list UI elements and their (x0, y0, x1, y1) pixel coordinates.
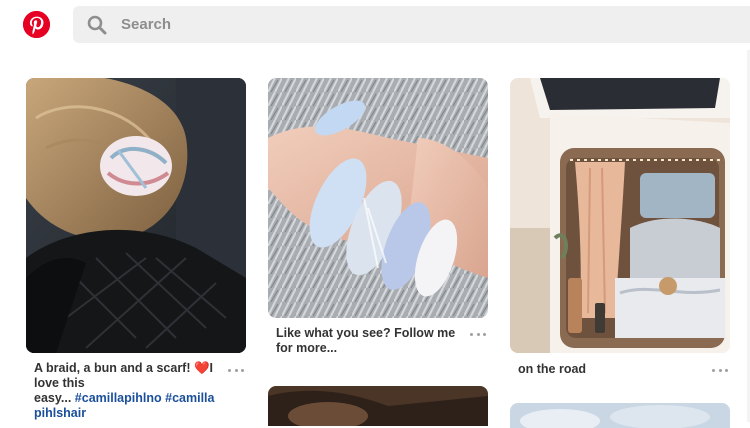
hashtag-link[interactable]: #camillapihlno (75, 391, 162, 405)
pinterest-logo-icon[interactable] (23, 11, 50, 38)
pin-description: on the road (518, 362, 708, 377)
hashtag-link[interactable]: pihlshair (34, 406, 86, 420)
hashtag-link[interactable]: #camilla (165, 391, 214, 405)
pin-braid-scarf[interactable]: A braid, a bun and a scarf! ❤️I love thi… (26, 78, 246, 422)
more-options-icon[interactable] (228, 365, 244, 375)
pin-description-line: easy... (34, 391, 72, 405)
more-options-icon[interactable] (712, 365, 728, 375)
search-bar[interactable] (73, 6, 750, 43)
pin-description-line: A braid, a bun and a scarf! ❤️I (34, 361, 214, 375)
pin-description: A braid, a bun and a scarf! ❤️I love thi… (34, 361, 224, 421)
more-options-icon[interactable] (470, 329, 486, 339)
pin-description-line: for more... (276, 341, 338, 355)
header (0, 0, 750, 50)
pin-image-partial[interactable] (510, 403, 730, 428)
pin-image-braid-scarf[interactable] (26, 78, 246, 353)
pin-image-on-the-road[interactable] (510, 78, 730, 353)
pin-nails[interactable]: Like what you see? Follow me for more... (268, 78, 488, 368)
pin-description-line: on the road (518, 362, 587, 376)
pin-description-line: love this (34, 376, 85, 390)
pin-description: Like what you see? Follow me for more... (276, 326, 466, 356)
pin-image-nails[interactable] (268, 78, 488, 318)
pin-on-the-road[interactable]: on the road (510, 78, 730, 378)
search-input[interactable] (121, 6, 721, 43)
search-icon (87, 15, 107, 35)
pin-image-partial[interactable] (268, 386, 488, 426)
pin-description-line: Like what you see? Follow me (276, 326, 456, 340)
